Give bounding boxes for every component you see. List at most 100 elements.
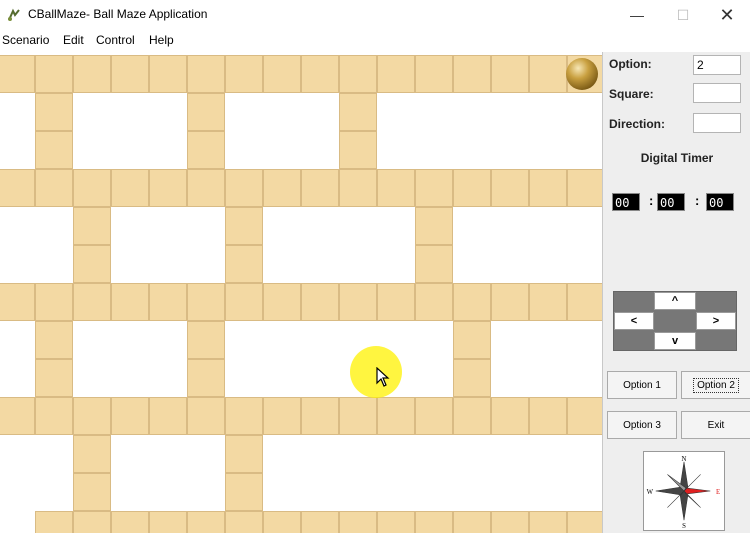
right-button[interactable]: > bbox=[696, 312, 736, 330]
maze-tile bbox=[73, 283, 111, 321]
title-bar: CBallMaze- Ball Maze Application — ☐ ✕ bbox=[0, 0, 750, 30]
maze-tile bbox=[187, 359, 225, 397]
compass-n: N bbox=[682, 456, 687, 463]
exit-button[interactable]: Exit bbox=[681, 411, 750, 439]
maze-board[interactable] bbox=[0, 55, 602, 533]
option1-button[interactable]: Option 1 bbox=[607, 371, 677, 399]
maze-tile bbox=[339, 93, 377, 131]
maze-tile bbox=[491, 511, 529, 533]
compass-s: S bbox=[682, 523, 686, 530]
maze-tile bbox=[111, 169, 149, 207]
maze-tile bbox=[149, 55, 187, 93]
cursor-arrow-icon bbox=[376, 367, 390, 387]
maze-tile bbox=[35, 397, 73, 435]
maze-tile bbox=[529, 511, 567, 533]
maze-tile bbox=[149, 283, 187, 321]
maze-tile bbox=[491, 397, 529, 435]
option-label: Option: bbox=[609, 57, 652, 71]
minimize-button[interactable]: — bbox=[614, 0, 660, 30]
square-label: Square: bbox=[609, 87, 654, 101]
control-panel: Option: 2 Square: Direction: Digital Tim… bbox=[602, 52, 750, 533]
close-button[interactable]: ✕ bbox=[704, 0, 750, 30]
maze-tile bbox=[73, 207, 111, 245]
maze-tile bbox=[73, 169, 111, 207]
maze-tile bbox=[111, 283, 149, 321]
maze-tile bbox=[529, 55, 567, 93]
maze-tile bbox=[225, 397, 263, 435]
direction-field[interactable] bbox=[693, 113, 741, 133]
gold-ball-icon[interactable] bbox=[566, 58, 598, 90]
maze-tile bbox=[35, 321, 73, 359]
timer-hours: 00 bbox=[612, 193, 640, 211]
maze-tile bbox=[453, 169, 491, 207]
maze-tile bbox=[339, 283, 377, 321]
digital-timer-title: Digital Timer bbox=[640, 151, 714, 165]
menu-scenario[interactable]: Scenario bbox=[2, 33, 49, 47]
maze-tile bbox=[339, 131, 377, 169]
maze-tile bbox=[453, 359, 491, 397]
option3-button[interactable]: Option 3 bbox=[607, 411, 677, 439]
maze-tile bbox=[415, 397, 453, 435]
down-button[interactable]: v bbox=[654, 332, 696, 350]
maze-tile bbox=[187, 131, 225, 169]
maze-tile bbox=[35, 169, 73, 207]
maze-tile bbox=[491, 169, 529, 207]
menu-edit[interactable]: Edit bbox=[63, 33, 84, 47]
maze-tile bbox=[453, 283, 491, 321]
maze-tile bbox=[73, 397, 111, 435]
maze-tile bbox=[73, 245, 111, 283]
maze-tile bbox=[187, 283, 225, 321]
maze-tile bbox=[567, 169, 602, 207]
maze-tile bbox=[339, 397, 377, 435]
maze-tile bbox=[225, 207, 263, 245]
maze-tile bbox=[301, 397, 339, 435]
timer-separator: : bbox=[649, 193, 654, 208]
maze-tile bbox=[453, 321, 491, 359]
maze-tile bbox=[225, 245, 263, 283]
timer-seconds: 00 bbox=[706, 193, 734, 211]
maze-tile bbox=[339, 55, 377, 93]
left-button[interactable]: < bbox=[614, 312, 654, 330]
maze-tile bbox=[225, 55, 263, 93]
maze-tile bbox=[567, 283, 602, 321]
maze-tile bbox=[301, 169, 339, 207]
menu-control[interactable]: Control bbox=[96, 33, 135, 47]
menu-bar: Scenario Edit Control Help bbox=[0, 30, 750, 52]
square-field[interactable] bbox=[693, 83, 741, 103]
maze-tile bbox=[263, 397, 301, 435]
maze-tile bbox=[111, 55, 149, 93]
direction-pad: ^ < > v bbox=[613, 291, 737, 351]
maze-tile bbox=[149, 511, 187, 533]
option-field[interactable]: 2 bbox=[693, 55, 741, 75]
maze-tile bbox=[73, 511, 111, 533]
maze-tile bbox=[187, 511, 225, 533]
maze-tile bbox=[301, 55, 339, 93]
maze-tile bbox=[111, 511, 149, 533]
maze-tile bbox=[0, 397, 35, 435]
maze-tile bbox=[187, 321, 225, 359]
maze-tile bbox=[491, 55, 529, 93]
maze-tile bbox=[567, 397, 602, 435]
menu-help[interactable]: Help bbox=[149, 33, 174, 47]
maze-tile bbox=[225, 169, 263, 207]
maze-tile bbox=[225, 511, 263, 533]
maze-tile bbox=[73, 55, 111, 93]
direction-label: Direction: bbox=[609, 117, 666, 131]
maze-tile bbox=[187, 93, 225, 131]
maze-tile bbox=[225, 435, 263, 473]
maze-tile bbox=[339, 169, 377, 207]
maze-tile bbox=[415, 511, 453, 533]
timer-minutes: 00 bbox=[657, 193, 685, 211]
option2-button[interactable]: Option 2 bbox=[681, 371, 750, 399]
maze-tile bbox=[529, 283, 567, 321]
maximize-button[interactable]: ☐ bbox=[660, 0, 706, 30]
compass-e: E bbox=[716, 489, 720, 496]
maze-tile bbox=[301, 511, 339, 533]
up-button[interactable]: ^ bbox=[654, 292, 696, 310]
maze-tile bbox=[415, 55, 453, 93]
maze-tile bbox=[415, 169, 453, 207]
maze-tile bbox=[415, 245, 453, 283]
maze-tile bbox=[453, 397, 491, 435]
maze-tile bbox=[225, 283, 263, 321]
maze-tile bbox=[301, 283, 339, 321]
